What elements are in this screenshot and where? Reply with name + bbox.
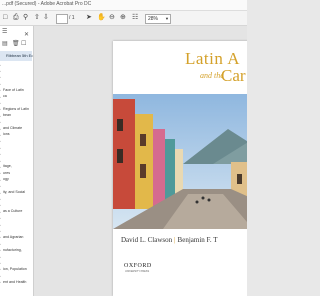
chevron-right-icon[interactable]: › <box>0 261 1 265</box>
chevron-right-icon[interactable]: › <box>0 159 1 163</box>
chevron-right-icon[interactable]: › <box>0 120 1 124</box>
bookmarks-panel: ☰ 🗑 ☐ ▤ ✕ Ribbean 5th Ed › › › › › Face of Lat… <box>0 26 34 296</box>
bookmark-item[interactable]: ent and Health <box>3 280 26 284</box>
chevron-right-icon[interactable]: › <box>0 191 1 195</box>
window-title: ...pdf (Secured) - Adobe Acrobat Pro DC <box>2 1 92 7</box>
bookmark-item[interactable]: ures <box>3 171 10 175</box>
chevron-right-icon[interactable]: › <box>0 242 1 246</box>
chevron-right-icon[interactable]: › <box>0 229 1 233</box>
chevron-right-icon[interactable]: › <box>0 63 1 67</box>
page-down-icon[interactable]: ⇩ <box>43 13 49 23</box>
delete-bookmark-icon[interactable]: 🗑 <box>12 40 20 47</box>
bookmark-label: Ribbean 5th Ed <box>6 53 34 58</box>
chevron-right-icon[interactable]: › <box>0 223 1 227</box>
chevron-right-icon[interactable]: › <box>0 69 1 73</box>
title-bar: ...pdf (Secured) - Adobe Acrobat Pro DC <box>0 0 247 11</box>
page-total: / 1 <box>69 15 75 21</box>
cover-title-line2: Car <box>221 66 246 85</box>
main-toolbar: □ ⎙ ⚲ ⇧ ⇩ / 1 ➤ ✋ ⊖ ⊕ ☷ 28% ▼ <box>0 11 247 26</box>
chevron-right-icon[interactable]: › <box>0 203 1 207</box>
chevron-right-icon[interactable]: › <box>0 248 1 252</box>
chevron-down-icon: ▼ <box>165 16 169 21</box>
bookmark-item[interactable]: nufacturing, <box>3 248 22 252</box>
zoom-select[interactable]: 28% ▼ <box>145 14 171 24</box>
author-2: Benjamin F. T <box>177 236 218 244</box>
bookmark-item[interactable]: bean <box>3 113 11 117</box>
bookmark-item[interactable]: ca <box>3 94 7 98</box>
bookmark-item-selected[interactable]: Ribbean 5th Ed <box>0 51 34 61</box>
new-bookmark-icon[interactable]: ☐ <box>21 40 26 47</box>
bookmark-item[interactable]: ity, and Social <box>3 190 25 194</box>
cover-authors: David L. Clawson | Benjamin F. T <box>121 236 218 244</box>
hand-tool-icon[interactable]: ✋ <box>97 13 106 23</box>
page-number-input[interactable] <box>56 14 68 24</box>
bookmarks-toolbar: ☰ 🗑 ☐ ▤ ✕ <box>0 28 33 47</box>
chevron-right-icon[interactable]: › <box>0 255 1 259</box>
cover-photo <box>113 94 247 229</box>
chevron-right-icon[interactable]: › <box>0 165 1 169</box>
chevron-right-icon[interactable]: › <box>0 107 1 111</box>
document-view[interactable]: Latin A and the Car David L. Clawson | B… <box>34 26 247 296</box>
bookmark-item[interactable]: ions <box>3 132 10 136</box>
bookmark-item[interactable]: itage, <box>3 164 12 168</box>
save-icon[interactable]: □ <box>3 13 7 23</box>
chevron-right-icon[interactable]: › <box>0 133 1 137</box>
expand-icon[interactable]: ▤ <box>2 40 8 47</box>
chevron-right-icon[interactable]: › <box>0 88 1 92</box>
chevron-right-icon[interactable]: › <box>0 75 1 79</box>
chevron-right-icon[interactable]: › <box>0 127 1 131</box>
chevron-right-icon[interactable]: › <box>0 114 1 118</box>
search-icon[interactable]: ⚲ <box>23 13 28 23</box>
chevron-right-icon[interactable]: › <box>0 235 1 239</box>
chevron-right-icon[interactable]: › <box>0 197 1 201</box>
chevron-right-icon[interactable]: › <box>0 101 1 105</box>
chevron-right-icon[interactable]: › <box>0 280 1 284</box>
zoom-in-icon[interactable]: ⊕ <box>120 13 126 23</box>
publisher-logo: OXFORD <box>124 263 152 269</box>
publisher-subtitle: UNIVERSITY PRESS <box>125 270 150 273</box>
author-1: David L. Clawson <box>121 236 173 244</box>
author-separator: | <box>174 236 176 244</box>
bookmark-item[interactable]: Regions of Latin <box>3 107 29 111</box>
chevron-right-icon[interactable]: › <box>0 82 1 86</box>
bookmark-item[interactable]: and Agrarian <box>3 235 23 239</box>
chevron-right-icon[interactable]: › <box>0 216 1 220</box>
chevron-right-icon[interactable]: › <box>0 171 1 175</box>
chevron-right-icon[interactable]: › <box>0 178 1 182</box>
chevron-right-icon[interactable]: › <box>0 152 1 156</box>
bookmark-item[interactable]: as a Culture <box>3 209 22 213</box>
chevron-right-icon[interactable]: › <box>0 146 1 150</box>
chevron-right-icon[interactable]: › <box>0 210 1 214</box>
chevron-right-icon[interactable]: › <box>0 274 1 278</box>
bookmark-item[interactable]: Face of Latin <box>3 88 24 92</box>
select-tool-icon[interactable]: ➤ <box>86 13 92 23</box>
chevron-right-icon[interactable]: › <box>0 267 1 271</box>
chevron-right-icon[interactable]: › <box>0 184 1 188</box>
bookmark-item[interactable]: ogy <box>3 177 9 181</box>
zoom-value: 28% <box>148 16 159 22</box>
close-icon[interactable]: ✕ <box>24 31 29 38</box>
zoom-out-icon[interactable]: ⊖ <box>109 13 115 23</box>
book-cover: Latin A and the Car David L. Clawson | B… <box>113 41 247 296</box>
bookmark-item[interactable]: ion, Population <box>3 267 27 271</box>
chevron-right-icon[interactable]: › <box>0 95 1 99</box>
chevron-right-icon[interactable]: › <box>0 139 1 143</box>
marquee-zoom-icon[interactable]: ☷ <box>132 13 138 23</box>
print-icon[interactable]: ⎙ <box>13 13 19 23</box>
bookmark-options-icon[interactable]: ☰ <box>2 28 7 35</box>
bookmark-item[interactable]: and Climate <box>3 126 22 130</box>
page-up-icon[interactable]: ⇧ <box>34 13 40 23</box>
